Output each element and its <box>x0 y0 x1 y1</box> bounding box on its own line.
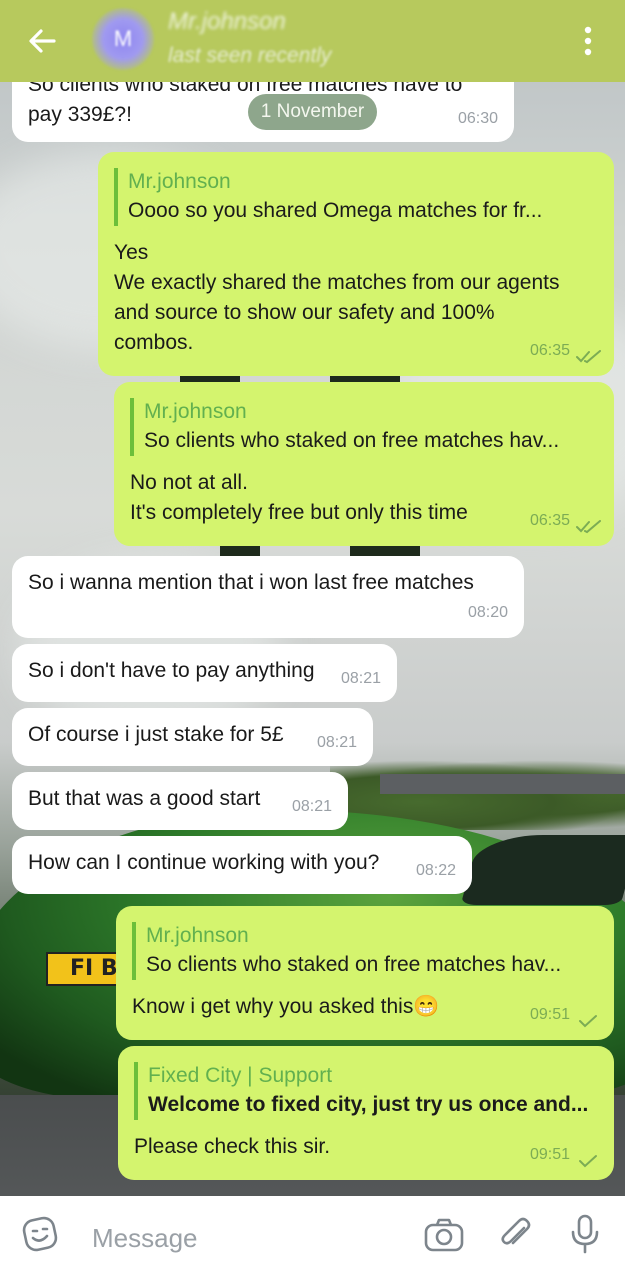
message-text: Of course i just stake for 5£ <box>28 723 284 746</box>
message-time: 06:35 <box>529 512 570 529</box>
date-separator: 1 November <box>248 94 377 130</box>
message-time: 06:30 <box>457 110 498 127</box>
message-outgoing[interactable]: Fixed City | Support Welcome to fixed ci… <box>118 1046 614 1180</box>
message-text: Yes We exactly shared the matches from o… <box>114 241 560 354</box>
contact-avatar[interactable]: M <box>92 8 154 70</box>
message-incoming[interactable]: Of course i just stake for 5£ 08:21 <box>12 708 373 766</box>
message-outgoing[interactable]: Mr.johnson So clients who staked on free… <box>116 906 614 1040</box>
vertical-dots-icon[interactable] <box>578 25 598 57</box>
chat-header: M Mr.johnson last seen recently <box>0 0 625 82</box>
message-time: 06:35 <box>529 342 570 359</box>
message-composer <box>0 1196 625 1280</box>
double-check-icon <box>576 350 601 364</box>
message-text: No not at all. It's completely free but … <box>130 471 468 524</box>
reply-snippet: So clients who staked on free matches ha… <box>146 953 562 976</box>
message-time: 08:21 <box>291 798 332 815</box>
message-time: 08:22 <box>415 862 456 879</box>
message-incoming[interactable]: So i don't have to pay anything 08:21 <box>12 644 397 702</box>
message-incoming[interactable]: But that was a good start 08:21 <box>12 772 348 830</box>
reply-quote[interactable]: Fixed City | Support Welcome to fixed ci… <box>134 1062 598 1120</box>
message-time: 08:21 <box>340 670 381 687</box>
reply-author: Mr.johnson <box>128 170 231 193</box>
message-incoming[interactable]: So i wanna mention that i won last free … <box>12 556 524 638</box>
message-time: 09:51 <box>529 1146 570 1163</box>
message-text: But that was a good start <box>28 787 261 810</box>
message-outgoing[interactable]: Mr.johnson So clients who staked on free… <box>114 382 614 546</box>
reply-snippet: So clients who staked on free matches ha… <box>144 429 560 452</box>
message-time: 08:20 <box>467 604 508 621</box>
message-outgoing[interactable]: Mr.johnson Oooo so you shared Omega matc… <box>98 152 614 376</box>
message-text: Please check this sir. <box>134 1135 331 1158</box>
reply-author: Mr.johnson <box>146 924 249 947</box>
arrow-left-icon[interactable] <box>26 25 58 57</box>
wallpaper-building <box>380 774 625 794</box>
sticker-smile-icon[interactable] <box>22 1216 58 1252</box>
reply-author: Mr.johnson <box>144 400 247 423</box>
contact-status: last seen recently <box>168 44 332 67</box>
single-check-icon <box>579 1155 597 1168</box>
message-text: So i don't have to pay anything <box>28 659 315 682</box>
message-time: 08:21 <box>316 734 357 751</box>
message-incoming[interactable]: How can I continue working with you? 08:… <box>12 836 472 894</box>
wallpaper-license-plate: FI B <box>46 952 126 986</box>
message-text: How can I continue working with you? <box>28 851 380 874</box>
microphone-icon[interactable] <box>570 1214 600 1254</box>
message-text: So i wanna mention that i won last free … <box>28 571 474 594</box>
single-check-icon <box>579 1015 597 1028</box>
reply-author: Fixed City | Support <box>148 1064 333 1087</box>
message-text: Know i get why you asked this😁 <box>132 995 440 1018</box>
message-time: 09:51 <box>529 1006 570 1023</box>
reply-snippet: Welcome to fixed city, just try us once … <box>148 1093 589 1116</box>
double-check-icon <box>576 520 601 534</box>
reply-quote[interactable]: Mr.johnson So clients who staked on free… <box>132 922 598 980</box>
camera-icon[interactable] <box>424 1218 464 1252</box>
reply-quote[interactable]: Mr.johnson Oooo so you shared Omega matc… <box>114 168 598 226</box>
paperclip-icon[interactable] <box>498 1216 532 1252</box>
reply-snippet: Oooo so you shared Omega matches for fr.… <box>128 199 543 222</box>
contact-name[interactable]: Mr.johnson <box>168 8 286 36</box>
reply-quote[interactable]: Mr.johnson So clients who staked on free… <box>130 398 598 456</box>
message-input[interactable] <box>92 1216 392 1260</box>
